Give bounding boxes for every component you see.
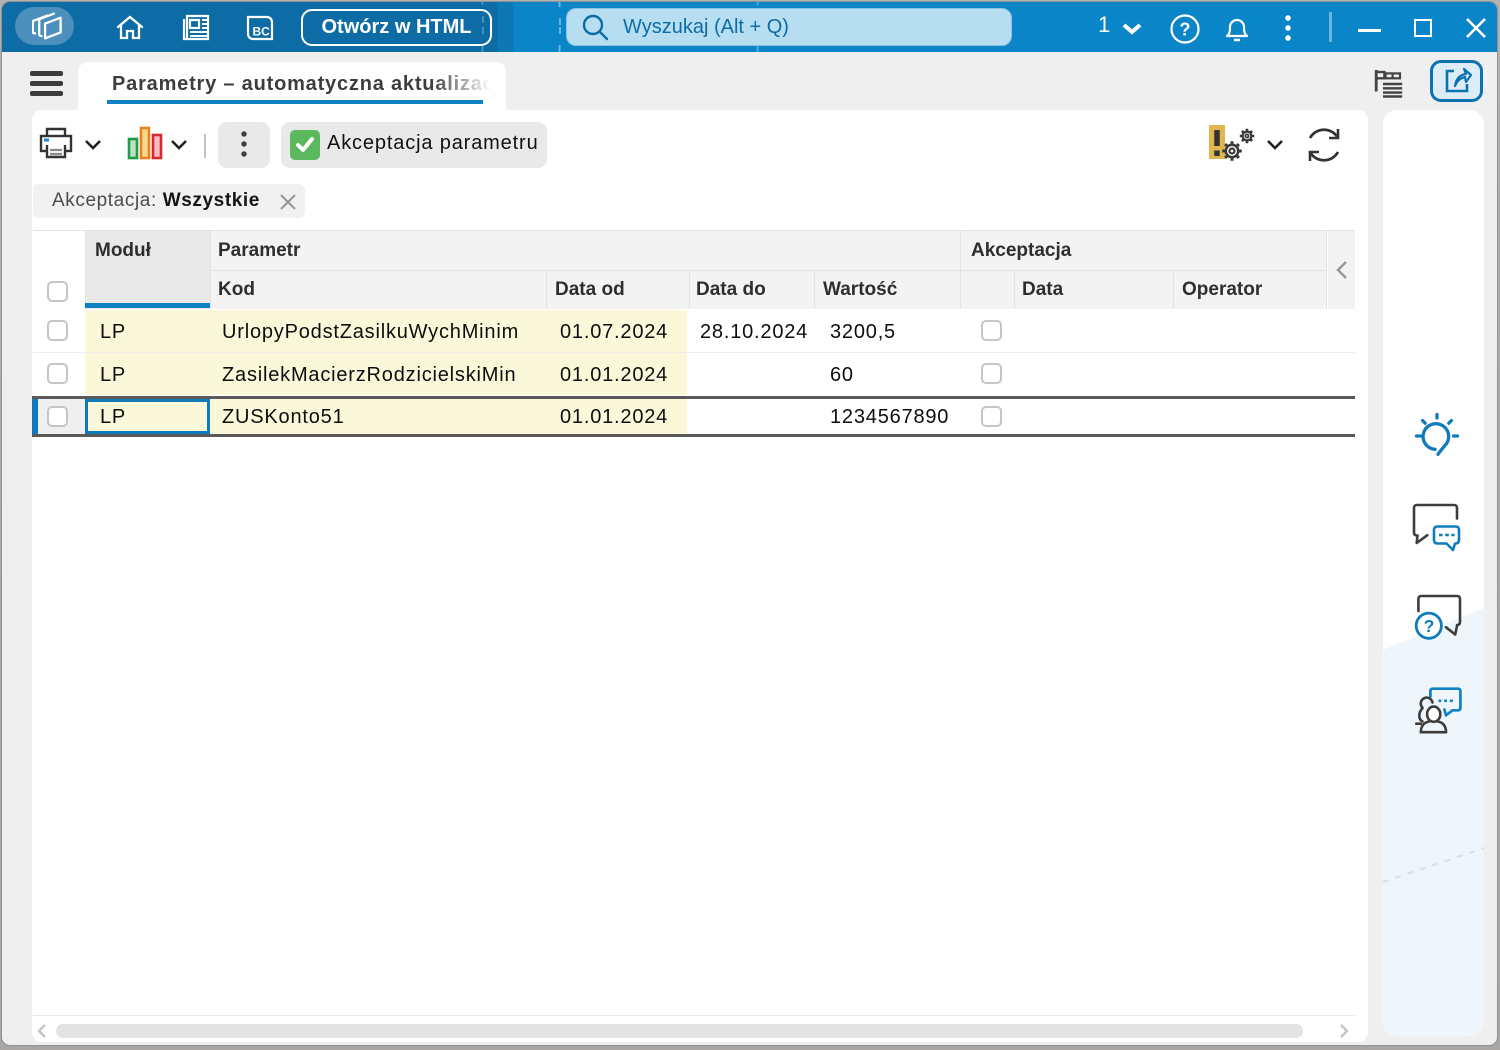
svg-text:?: ? <box>1424 616 1435 636</box>
svg-text:BC: BC <box>253 25 271 39</box>
svg-text:?: ? <box>1180 20 1191 40</box>
